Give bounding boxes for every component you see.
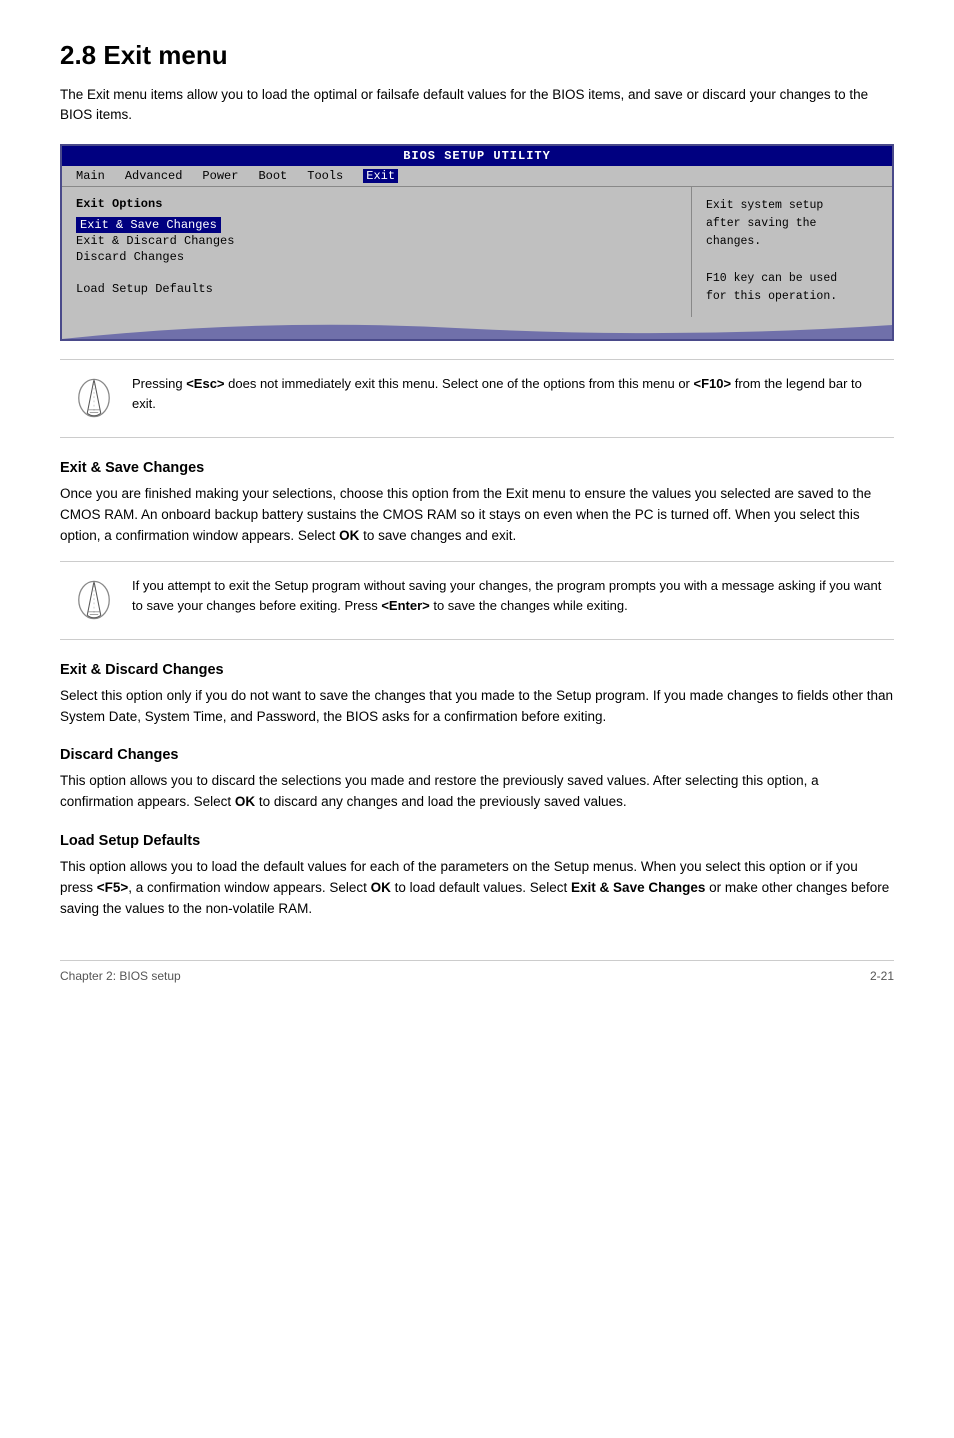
bios-nav-tools: Tools (307, 169, 343, 183)
bios-nav-boot: Boot (258, 169, 287, 183)
bios-nav-exit: Exit (363, 169, 398, 183)
intro-paragraph: The Exit menu items allow you to load th… (60, 85, 894, 126)
bios-nav-power: Power (202, 169, 238, 183)
bios-item-load-defaults: Load Setup Defaults (76, 281, 677, 297)
section-heading-exit-discard: Exit & Discard Changes (60, 662, 894, 678)
bios-item-exit-save: Exit & Save Changes (76, 217, 221, 233)
page-footer: Chapter 2: BIOS setup 2-21 (60, 960, 894, 983)
bios-nav-main: Main (76, 169, 105, 183)
footer-left: Chapter 2: BIOS setup (60, 969, 181, 983)
bios-left-panel: Exit Options Exit & Save Changes Exit & … (62, 187, 692, 317)
pencil-icon-2 (72, 576, 116, 625)
bios-menubar: BIOS SETUP UTILITY (62, 146, 892, 166)
section-heading-discard: Discard Changes (60, 747, 894, 763)
bios-nav-row: Main Advanced Power Boot Tools Exit (62, 166, 892, 187)
note-box-1: Pressing <Esc> does not immediately exit… (60, 359, 894, 438)
bios-screenshot: BIOS SETUP UTILITY Main Advanced Power B… (60, 144, 894, 341)
bios-section-title: Exit Options (76, 197, 677, 211)
note-1-text: Pressing <Esc> does not immediately exit… (132, 374, 882, 414)
section-text-exit-discard: Select this option only if you do not wa… (60, 686, 894, 728)
page-title: 2.8 Exit menu (60, 40, 894, 71)
section-text-load-defaults: This option allows you to load the defau… (60, 857, 894, 920)
bios-item-discard: Discard Changes (76, 249, 677, 265)
bios-nav-advanced: Advanced (125, 169, 183, 183)
bios-title: BIOS SETUP UTILITY (72, 149, 882, 163)
bios-right-panel: Exit system setup after saving the chang… (692, 187, 892, 317)
section-heading-load-defaults: Load Setup Defaults (60, 833, 894, 849)
section-heading-exit-save: Exit & Save Changes (60, 460, 894, 476)
pencil-icon (72, 374, 116, 423)
footer-right: 2-21 (870, 969, 894, 983)
bios-item-exit-discard: Exit & Discard Changes (76, 233, 677, 249)
bios-content: Exit Options Exit & Save Changes Exit & … (62, 187, 892, 317)
note-2-text: If you attempt to exit the Setup program… (132, 576, 882, 616)
bios-wave-bottom (62, 317, 892, 339)
note-box-2: If you attempt to exit the Setup program… (60, 561, 894, 640)
bios-help-text: Exit system setup after saving the chang… (706, 197, 878, 307)
section-text-exit-save: Once you are finished making your select… (60, 484, 894, 547)
section-text-discard: This option allows you to discard the se… (60, 771, 894, 813)
bios-item-blank (76, 265, 677, 281)
